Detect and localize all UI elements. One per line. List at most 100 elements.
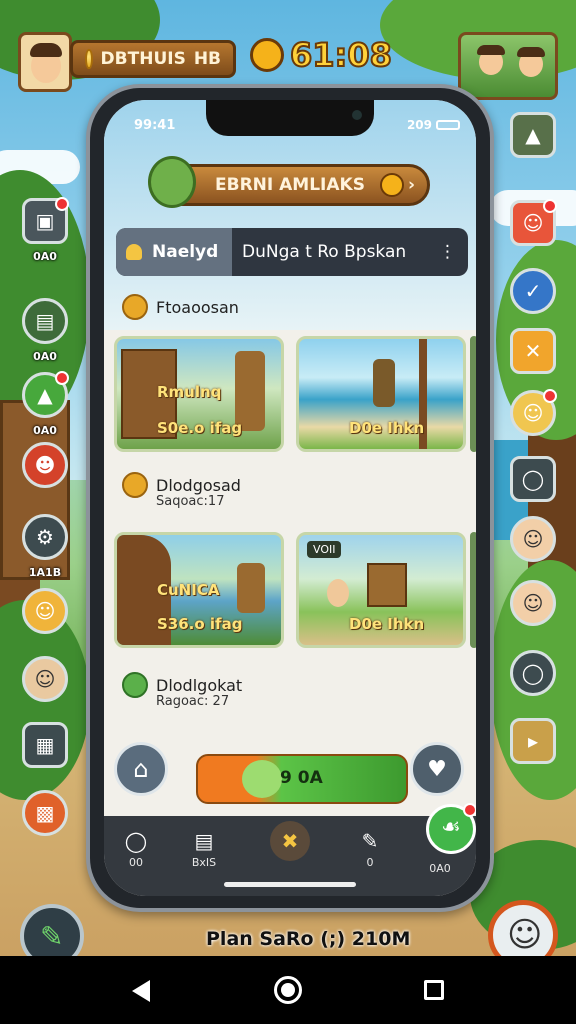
- grid-button[interactable]: ▦: [22, 722, 68, 768]
- phone-screen: 99:41 209 EBRNI AMLIAKS › Naelyd DuNga t…: [104, 100, 476, 896]
- home-circle-icon[interactable]: [274, 976, 302, 1004]
- play-progress-button[interactable]: 9 0A: [196, 754, 408, 804]
- section-featured-title: Ftoaoosan: [156, 297, 239, 317]
- play-knob: [242, 760, 282, 798]
- shield-icon: ♥: [427, 756, 447, 782]
- phone-frame: 99:41 209 EBRNI AMLIAKS › Naelyd DuNga t…: [86, 84, 494, 912]
- game-card[interactable]: Rmulnq S0e.o ifag: [114, 336, 284, 452]
- game-timer: 61:08: [250, 34, 393, 76]
- home-button[interactable]: ⌂: [114, 742, 168, 796]
- section-daily-title: Dlodgosad: [156, 475, 241, 495]
- calendar-button[interactable]: ▩: [22, 790, 68, 836]
- settings-button[interactable]: ⚙: [22, 514, 68, 560]
- shield-button[interactable]: ♥: [410, 742, 464, 796]
- tab-tools[interactable]: ✖: [258, 821, 322, 861]
- pencil-icon: ✎: [40, 920, 64, 953]
- notification-badge: [543, 389, 557, 403]
- chest-label: 0A0: [33, 424, 57, 437]
- card-caption: D0e Ihkn: [349, 419, 425, 437]
- friend-avatar-icon: ☺: [522, 401, 544, 425]
- friend-hair: [477, 45, 505, 55]
- helper-avatar-button[interactable]: ☺: [510, 516, 556, 562]
- tab-pen[interactable]: ✎ 0: [338, 826, 402, 869]
- map-label: 0A0: [33, 350, 57, 363]
- backpack-icon: ▤: [194, 829, 214, 853]
- game-card[interactable]: D0e Ihkn: [296, 336, 466, 452]
- back-icon[interactable]: [132, 980, 150, 1002]
- search-category[interactable]: Naelyd: [116, 228, 232, 276]
- ranking-icon: ▲: [525, 123, 541, 147]
- phone-notch: [206, 100, 374, 136]
- helper-avatar-icon: ☺: [522, 527, 544, 551]
- notification-badge: [55, 371, 69, 385]
- recent-apps-icon[interactable]: [424, 980, 444, 1000]
- bell-icon: [126, 244, 142, 260]
- tab-label: 0A0: [429, 862, 451, 875]
- circle-icon: ◯: [124, 829, 148, 853]
- coin-icon: [122, 472, 148, 498]
- settings-label: 1A1B: [28, 566, 62, 579]
- explorer-avatar-icon: ☺: [34, 599, 56, 623]
- tab-label: BxIS: [191, 856, 217, 869]
- chest-icon: ▲: [37, 383, 53, 407]
- chevron-right-icon[interactable]: ›: [408, 175, 415, 195]
- tab-label: 00: [129, 856, 143, 869]
- card-peek: [470, 532, 476, 648]
- guide-avatar-button[interactable]: ☺: [510, 580, 556, 626]
- section-daily-subtitle: Saqoac:17: [156, 494, 225, 509]
- tab-leaf[interactable]: 0A0: [408, 862, 472, 875]
- card-title: CuNICA: [157, 581, 220, 599]
- tab-backpack[interactable]: ▤ BxIS: [172, 826, 236, 869]
- plan-status-text: Plan SaRo (;) 210M: [206, 928, 411, 950]
- notification-badge: [55, 197, 69, 211]
- search-category-label: Naelyd: [152, 242, 219, 262]
- leaf-icon: ☙: [441, 815, 461, 840]
- timer-value: 61:08: [289, 35, 393, 75]
- store-button[interactable]: ▣: [22, 197, 69, 244]
- coin-icon: [85, 49, 93, 69]
- more-vertical-icon[interactable]: ⋮: [439, 242, 456, 262]
- notification-badge: [463, 803, 476, 817]
- chat-button[interactable]: ◯: [510, 456, 556, 502]
- player-name-plate[interactable]: DBTHUIS HB: [70, 40, 236, 78]
- check-button[interactable]: ✓: [510, 268, 556, 314]
- mascot-button[interactable]: ☻: [22, 442, 68, 488]
- status-right: 209: [406, 118, 432, 132]
- leaf-fab-button[interactable]: ☙: [426, 803, 476, 854]
- character-button[interactable]: ☺: [510, 199, 557, 246]
- shrine-illustration: [367, 563, 407, 607]
- search-bar[interactable]: Naelyd DuNga t Ro Bpskan ⋮: [116, 228, 468, 276]
- ranking-button[interactable]: ▲: [510, 112, 556, 158]
- player-name: DBTHUIS: [100, 49, 186, 69]
- totem-illustration: [373, 359, 395, 407]
- play-label: 9 0A: [280, 768, 323, 788]
- home-indicator[interactable]: [224, 882, 356, 887]
- check-icon: ✓: [524, 279, 542, 303]
- explorer-avatar-button[interactable]: ☺: [22, 588, 68, 634]
- friends-picture[interactable]: [458, 32, 558, 100]
- map-button[interactable]: ▤: [22, 298, 68, 344]
- tools-icon: ✖: [258, 821, 322, 861]
- player-avatar[interactable]: [18, 32, 72, 92]
- coin-icon: [122, 294, 148, 320]
- notification-badge: [543, 199, 557, 213]
- leaf-icon: [122, 672, 148, 698]
- search-field[interactable]: DuNga t Ro Bpskan ⋮: [232, 228, 468, 276]
- chest-button[interactable]: ▲: [22, 371, 69, 418]
- quest-map-button[interactable]: ▸: [510, 718, 556, 764]
- friend-avatar-button[interactable]: ☺: [510, 389, 557, 436]
- game-card[interactable]: VOII D0e Ihkn: [296, 532, 466, 648]
- store-label: 0A0: [33, 250, 57, 263]
- friend-hair: [517, 47, 545, 57]
- tab-circle[interactable]: ◯ 00: [104, 826, 168, 869]
- compass-button[interactable]: ◯: [510, 650, 556, 696]
- card-caption: S36.o ifag: [157, 615, 243, 633]
- game-card[interactable]: CuNICA S36.o ifag: [114, 532, 284, 648]
- card-caption: S0e.o ifag: [157, 419, 243, 437]
- store-icon: ▣: [35, 209, 55, 233]
- villager-avatar-button[interactable]: ☺: [22, 656, 68, 702]
- character-icon: ☺: [522, 211, 544, 235]
- section-featured: Ftoaoosan: [122, 294, 239, 320]
- swords-button[interactable]: ✕: [510, 328, 556, 374]
- profile-face-icon: ☺: [507, 915, 543, 955]
